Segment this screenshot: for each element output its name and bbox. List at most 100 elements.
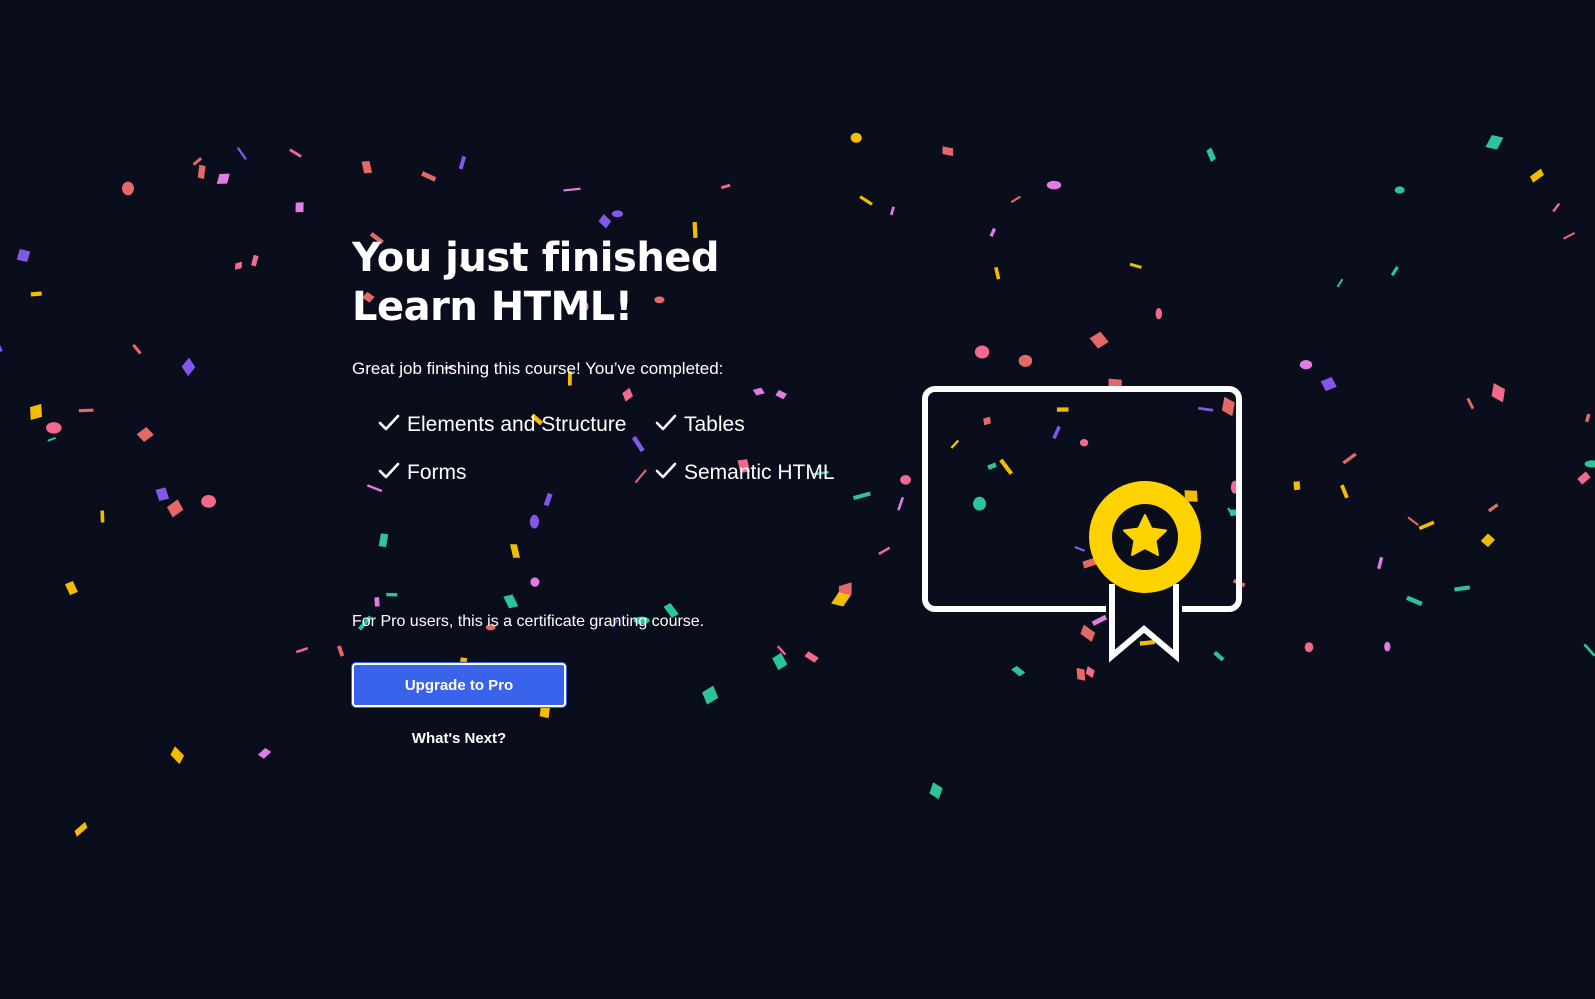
- confetti-piece: [136, 427, 154, 443]
- lesson-item-elements-and-structure: Elements and Structure: [378, 408, 655, 441]
- confetti-piece: [1406, 595, 1423, 607]
- confetti-piece: [974, 345, 990, 359]
- confetti-piece: [994, 266, 1001, 280]
- confetti-piece: [1418, 520, 1435, 531]
- certificate-note: For Pro users, this is a certificate gra…: [352, 613, 705, 630]
- confetti-piece: [929, 782, 943, 800]
- confetti-piece: [1010, 195, 1022, 204]
- confetti-piece: [421, 171, 437, 182]
- confetti-piece: [181, 357, 196, 377]
- completion-content: You just finished Learn HTML! Great job …: [352, 234, 872, 747]
- confetti-piece: [100, 510, 105, 523]
- star-medal-icon: [1089, 481, 1201, 593]
- confetti-piece: [289, 148, 302, 158]
- confetti-piece: [850, 132, 862, 143]
- confetti-piece: [295, 202, 304, 213]
- confetti-piece: [336, 645, 345, 657]
- lesson-item-forms: Forms: [378, 456, 655, 489]
- completed-lessons-list: Elements and Structure Tables Forms Sema…: [352, 408, 872, 489]
- confetti-piece: [216, 173, 230, 184]
- confetti-piece: [1552, 202, 1561, 213]
- confetti-piece: [155, 487, 170, 502]
- lesson-label: Semantic HTML: [684, 461, 835, 484]
- lesson-label: Elements and Structure: [407, 413, 627, 436]
- confetti-piece: [1336, 278, 1344, 288]
- confetti-piece: [563, 187, 581, 192]
- confetti-piece: [859, 195, 873, 206]
- confetti-piece: [1394, 186, 1405, 194]
- confetti-piece: [897, 496, 905, 511]
- confetti-piece: [1085, 666, 1095, 679]
- confetti-piece: [1466, 397, 1475, 410]
- confetti-piece: [1011, 665, 1026, 677]
- confetti-piece: [1407, 516, 1419, 526]
- confetti-piece: [1155, 308, 1163, 320]
- confetti-piece: [1485, 134, 1504, 150]
- confetti-piece: [234, 261, 243, 270]
- check-icon: [378, 414, 400, 431]
- confetti-piece: [47, 436, 56, 442]
- confetti-piece: [1342, 452, 1357, 465]
- confetti-piece: [1046, 180, 1062, 190]
- confetti-piece: [1299, 360, 1313, 370]
- confetti-piece: [64, 581, 78, 596]
- confetti-piece: [1206, 147, 1216, 163]
- confetti-piece: [889, 206, 895, 216]
- confetti-piece: [257, 747, 272, 759]
- certificate-icon: [922, 386, 1242, 663]
- check-icon: [655, 414, 677, 431]
- confetti-piece: [361, 161, 373, 174]
- confetti-piece: [1577, 471, 1591, 485]
- confetti-piece: [78, 408, 94, 413]
- confetti-piece: [1304, 642, 1314, 653]
- confetti-piece: [1480, 533, 1496, 548]
- check-icon: [378, 462, 400, 479]
- confetti-piece: [1563, 232, 1576, 240]
- confetti-piece: [132, 343, 142, 355]
- confetti-piece: [295, 647, 309, 654]
- confetti-piece: [1585, 413, 1591, 423]
- confetti-piece: [1384, 641, 1391, 652]
- course-complete-page: You just finished Learn HTML! Great job …: [0, 0, 1595, 999]
- confetti-piece: [878, 546, 891, 556]
- page-title: You just finished Learn HTML!: [352, 235, 720, 330]
- confetti-piece: [1491, 382, 1506, 403]
- lesson-item-semantic-html: Semantic HTML: [655, 456, 855, 489]
- confetti-piece: [1089, 331, 1109, 349]
- upgrade-to-pro-button[interactable]: Upgrade to Pro: [352, 663, 566, 707]
- confetti-piece: [30, 403, 42, 421]
- confetti-piece: [1390, 266, 1399, 277]
- confetti-piece: [236, 146, 247, 161]
- confetti-piece: [201, 495, 217, 508]
- confetti-piece: [1584, 460, 1595, 468]
- confetti-piece: [720, 183, 731, 190]
- confetti-piece: [74, 821, 88, 837]
- confetti-piece: [0, 345, 3, 356]
- whats-next-link[interactable]: What's Next?: [352, 730, 566, 747]
- check-icon: [655, 462, 677, 479]
- confetti-piece: [1018, 354, 1033, 367]
- confetti-piece: [30, 291, 42, 297]
- lesson-label: Tables: [684, 413, 745, 436]
- confetti-piece: [458, 155, 467, 170]
- confetti-piece: [46, 422, 62, 434]
- confetti-piece: [170, 746, 185, 765]
- confetti-piece: [1129, 262, 1142, 269]
- confetti-piece: [1320, 376, 1337, 392]
- confetti-piece: [251, 254, 259, 267]
- lesson-item-tables: Tables: [655, 408, 855, 441]
- confetti-piece: [1076, 667, 1086, 681]
- confetti-piece: [1487, 503, 1499, 513]
- confetti-piece: [1340, 484, 1349, 499]
- confetti-piece: [1529, 168, 1544, 183]
- confetti-piece: [1293, 481, 1301, 491]
- confetti-piece: [122, 181, 134, 196]
- confetti-piece: [611, 210, 624, 218]
- confetti-piece: [900, 475, 911, 485]
- confetti-piece: [989, 227, 997, 237]
- confetti-piece: [1583, 643, 1595, 657]
- confetti-piece: [598, 213, 612, 229]
- confetti-piece: [16, 249, 31, 263]
- confetti-piece: [166, 499, 184, 518]
- lesson-label: Forms: [407, 461, 467, 484]
